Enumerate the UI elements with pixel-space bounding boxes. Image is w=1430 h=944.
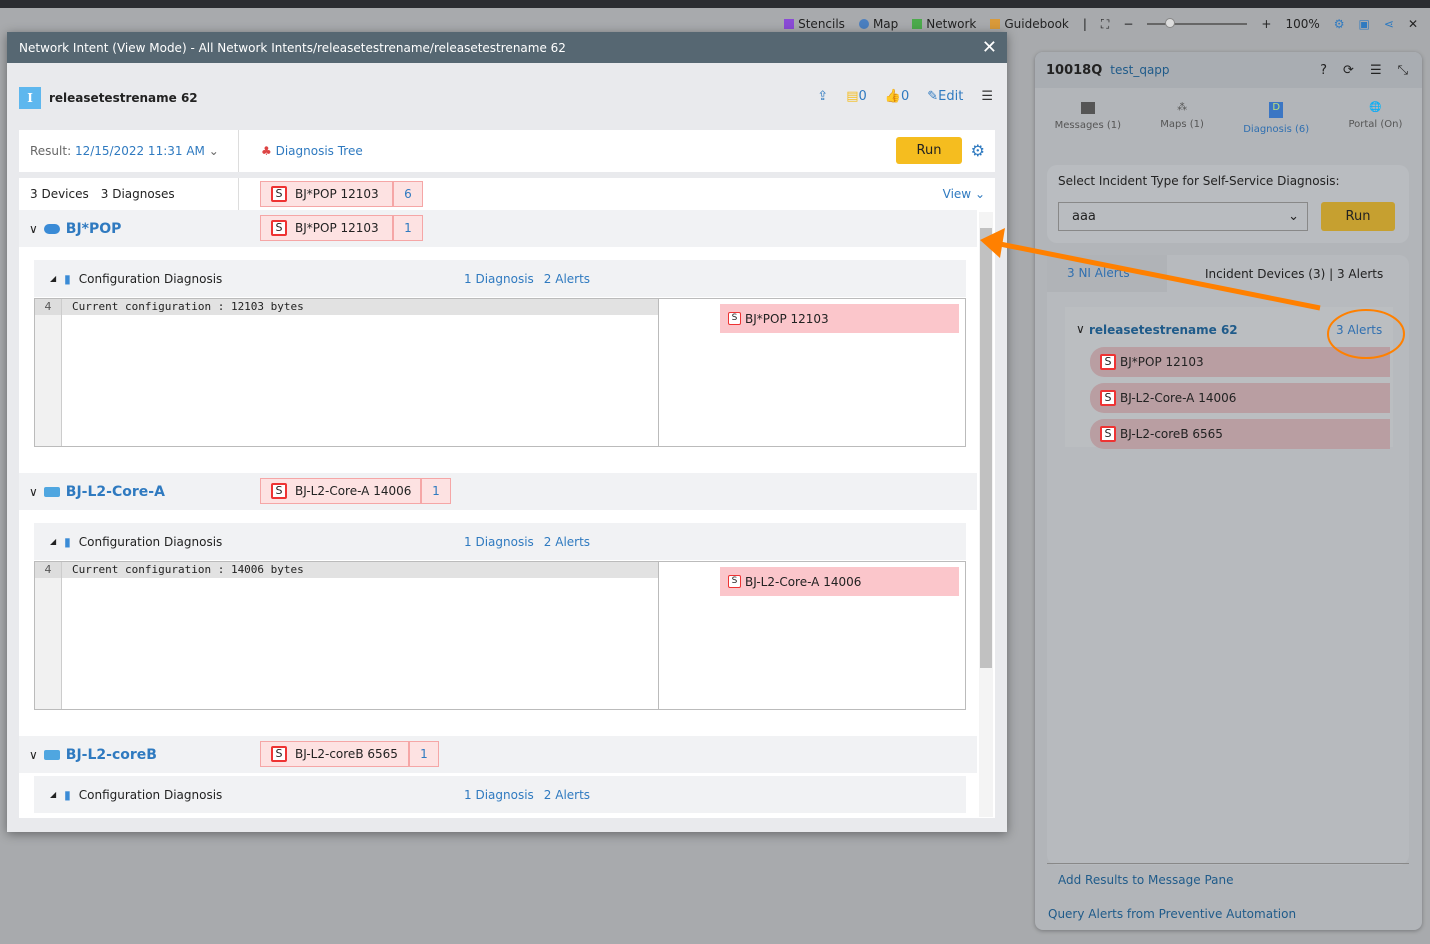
annotation-arrow <box>994 240 1321 311</box>
arrow-head-icon <box>980 228 1005 258</box>
annotation-circle <box>1327 309 1405 359</box>
annotation-overlay <box>980 228 1405 359</box>
